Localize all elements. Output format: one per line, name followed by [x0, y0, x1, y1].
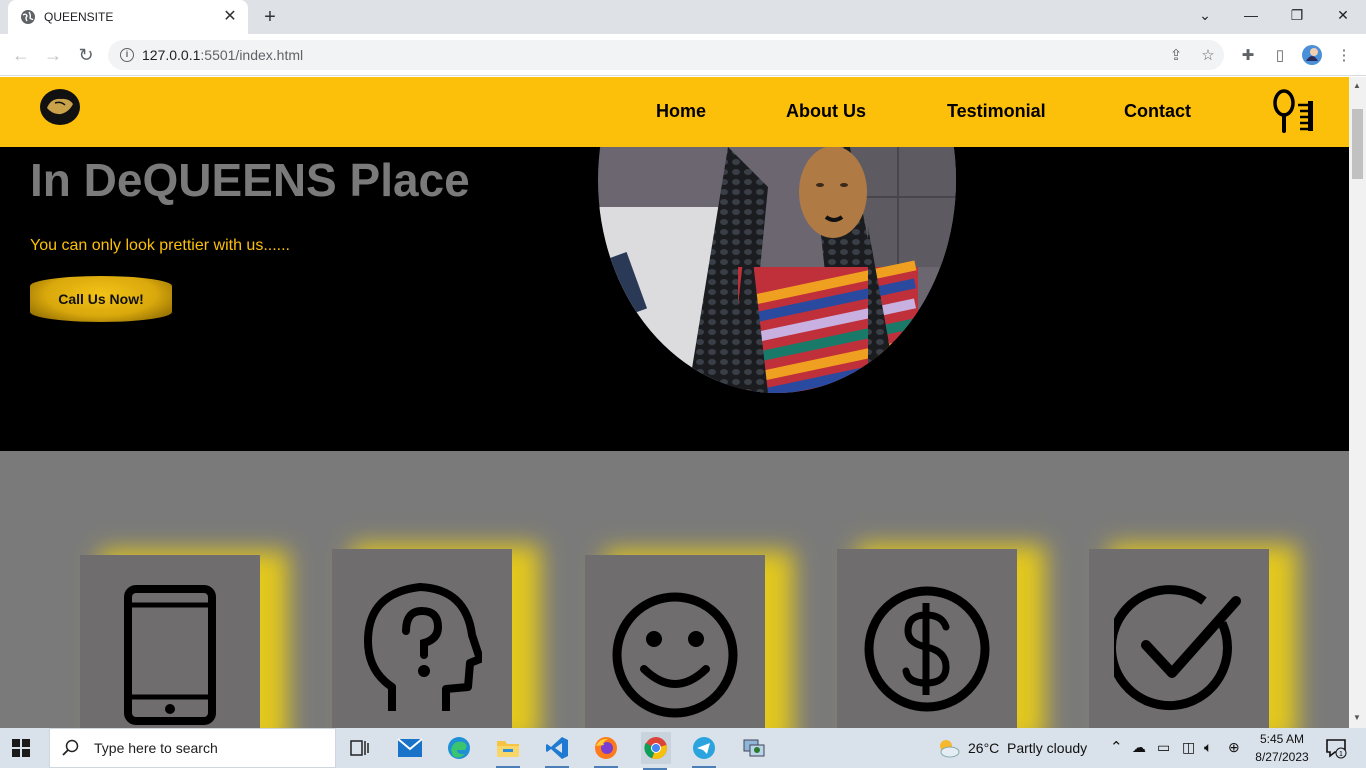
tab-strip: QUEENSITE ✕ + ⌄ — ❐ ✕ — [0, 0, 1366, 34]
mail-icon[interactable] — [396, 734, 424, 762]
hero-section: In DeQUEENS Place You can only look pret… — [0, 77, 1349, 451]
feature-card — [80, 555, 260, 728]
scroll-down-arrow-icon[interactable]: ▼ — [1353, 713, 1361, 722]
edge-icon[interactable] — [445, 734, 473, 762]
page-scrollbar[interactable]: ▲ ▼ — [1349, 77, 1366, 728]
globe-icon — [21, 10, 35, 24]
tab-title: QUEENSITE — [44, 10, 114, 24]
file-explorer-icon[interactable] — [494, 734, 522, 768]
volume-icon[interactable]: 🔈︎ — [1204, 739, 1212, 756]
dollar-icon — [864, 586, 990, 712]
search-placeholder: Type here to search — [94, 740, 218, 756]
url-host: 127.0.0.1 — [142, 47, 201, 63]
new-tab-button[interactable]: + — [258, 6, 282, 28]
nav-home-link[interactable]: Home — [656, 101, 706, 122]
close-tab-icon[interactable]: ✕ — [222, 9, 238, 25]
feature-card — [1089, 549, 1269, 728]
task-view-icon[interactable] — [346, 734, 374, 762]
forward-arrow-icon[interactable]: → — [40, 42, 66, 68]
url-text: 127.0.0.1:5501/index.html — [142, 47, 303, 63]
telegram-icon[interactable] — [690, 734, 718, 768]
vscode-icon[interactable] — [543, 734, 571, 768]
battery-icon[interactable]: ▭ — [1157, 739, 1170, 756]
feature-card — [332, 549, 512, 728]
notification-count: 1 — [1339, 751, 1343, 758]
nav-about-link[interactable]: About Us — [786, 101, 866, 122]
chrome-icon[interactable] — [641, 732, 671, 770]
feature-card — [837, 549, 1017, 728]
features-section — [0, 451, 1349, 728]
scrollbar-thumb[interactable] — [1352, 109, 1363, 179]
clock-date: 8/27/2023 — [1255, 750, 1309, 764]
show-hidden-icons-icon[interactable]: ⌃ — [1110, 738, 1123, 756]
hero-title: In DeQUEENS Place — [30, 154, 470, 206]
profile-avatar[interactable] — [1302, 45, 1322, 65]
hero-tagline: You can only look prettier with us...... — [30, 237, 290, 254]
share-icon[interactable]: ⇪ — [1166, 45, 1186, 65]
tab-search-icon[interactable]: ⌄ — [1182, 0, 1228, 30]
logo[interactable] — [39, 88, 81, 126]
head-question-icon — [364, 583, 482, 711]
mirror-comb-icon[interactable] — [1272, 89, 1318, 135]
onedrive-offline-icon[interactable]: ☁ — [1132, 739, 1146, 756]
notifications-icon[interactable]: 1 — [1322, 734, 1350, 762]
network-app-icon[interactable] — [740, 734, 768, 762]
site-navbar: Home About Us Testimonial Contact — [0, 77, 1349, 147]
url-path: :5501/index.html — [200, 47, 304, 63]
windows-start-icon[interactable] — [12, 739, 30, 757]
feature-card — [585, 555, 765, 728]
smiley-icon — [612, 592, 738, 718]
taskbar-search-box[interactable]: Type here to search — [49, 728, 336, 768]
extensions-icon[interactable]: ✚ — [1238, 45, 1258, 65]
call-us-button[interactable]: Call Us Now! — [30, 276, 172, 322]
minimize-button[interactable]: — — [1228, 0, 1274, 30]
check-circle-icon — [1114, 585, 1241, 711]
weather-partly-cloudy-icon[interactable] — [934, 734, 962, 762]
windows-taskbar: Type here to search 26°C Partly cloudy ⌃… — [0, 728, 1366, 770]
phone-icon — [124, 585, 216, 725]
search-icon — [62, 739, 79, 756]
nav-contact-link[interactable]: Contact — [1124, 101, 1191, 122]
clock-time: 5:45 AM — [1259, 732, 1305, 746]
weather-temperature[interactable]: 26°C — [968, 740, 999, 756]
scroll-up-arrow-icon[interactable]: ▲ — [1353, 81, 1361, 90]
side-panel-icon[interactable]: ▯ — [1270, 45, 1290, 65]
page-viewport: Home About Us Testimonial Contact In DeQ… — [0, 77, 1349, 728]
site-info-icon[interactable]: i — [120, 48, 134, 62]
bookmark-star-icon[interactable]: ☆ — [1198, 45, 1218, 65]
network-globe-icon[interactable]: ⊕ — [1228, 739, 1240, 756]
system-clock[interactable]: 5:45 AM 8/27/2023 — [1252, 730, 1312, 766]
meet-now-icon[interactable]: ◫ — [1182, 739, 1195, 756]
weather-description[interactable]: Partly cloudy — [1007, 740, 1087, 756]
restore-button[interactable]: ❐ — [1274, 0, 1320, 30]
firefox-icon[interactable] — [592, 734, 620, 768]
back-arrow-icon[interactable]: ← — [8, 42, 34, 68]
menu-kebab-icon[interactable]: ⋮ — [1334, 45, 1354, 65]
browser-tab[interactable]: QUEENSITE ✕ — [8, 0, 248, 34]
address-bar[interactable]: i 127.0.0.1:5501/index.html — [108, 40, 1224, 70]
reload-icon[interactable]: ↻ — [73, 42, 99, 68]
close-window-button[interactable]: ✕ — [1320, 0, 1366, 30]
nav-testimonial-link[interactable]: Testimonial — [947, 101, 1046, 122]
browser-toolbar: ← → ↻ i 127.0.0.1:5501/index.html ⇪ ☆ ✚ … — [0, 34, 1366, 76]
